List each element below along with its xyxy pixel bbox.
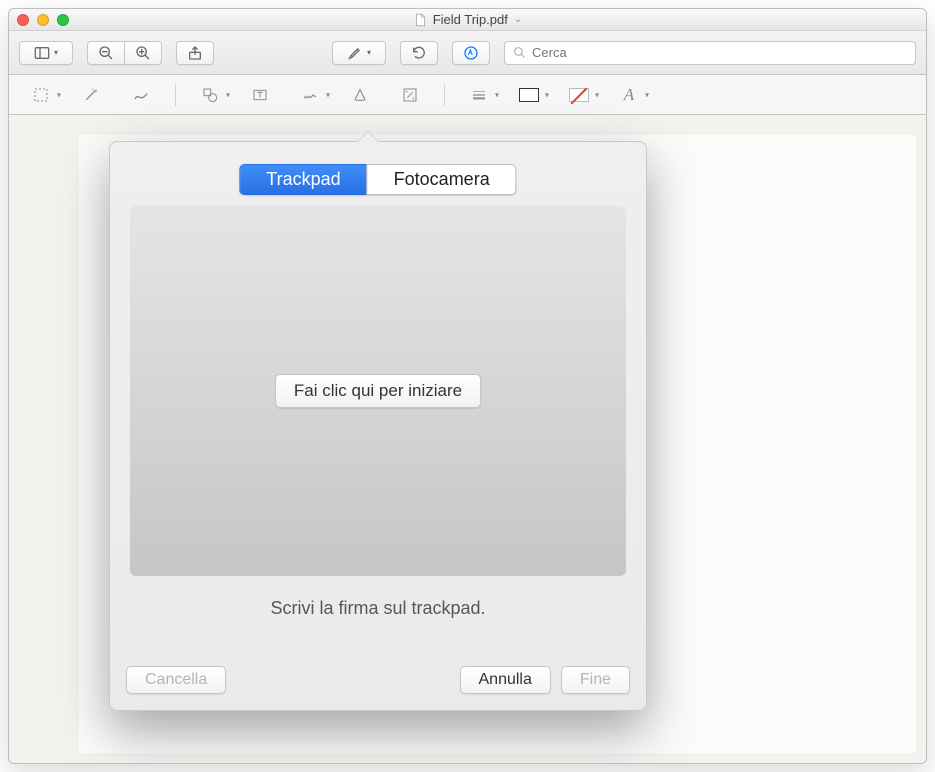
chevron-down-icon: ▾ bbox=[54, 48, 58, 57]
signature-canvas[interactable]: Fai clic qui per iniziare bbox=[130, 206, 626, 576]
sketch-icon bbox=[133, 87, 149, 103]
search-input[interactable] bbox=[532, 45, 907, 60]
rotate-icon bbox=[411, 45, 427, 61]
title-dropdown-chevron-icon[interactable]: ⌄ bbox=[514, 14, 522, 25]
instant-alpha-button[interactable] bbox=[69, 82, 113, 108]
font-style-button[interactable]: A ▾ bbox=[607, 82, 651, 108]
fill-color-button[interactable]: ▾ bbox=[557, 82, 601, 108]
selection-icon bbox=[33, 87, 49, 103]
sketch-button[interactable] bbox=[119, 82, 163, 108]
chevron-down-icon: ▾ bbox=[595, 90, 599, 99]
tab-trackpad[interactable]: Trackpad bbox=[239, 164, 367, 195]
sign-button[interactable]: ▾ bbox=[288, 82, 332, 108]
zoom-window-button[interactable] bbox=[57, 14, 69, 26]
document-title: Field Trip.pdf bbox=[433, 12, 508, 27]
highlight-button[interactable]: ▾ bbox=[332, 41, 386, 65]
text-button[interactable] bbox=[238, 82, 282, 108]
font-style-icon: A bbox=[624, 85, 634, 105]
close-window-button[interactable] bbox=[17, 14, 29, 26]
main-toolbar: ▾ ▾ bbox=[9, 31, 926, 75]
signature-instruction: Scrivi la firma sul trackpad. bbox=[110, 598, 646, 619]
zoom-in-button[interactable] bbox=[124, 41, 162, 65]
share-icon bbox=[187, 45, 203, 61]
minimize-window-button[interactable] bbox=[37, 14, 49, 26]
adjust-size-button[interactable] bbox=[388, 82, 432, 108]
chevron-down-icon: ▾ bbox=[367, 48, 371, 57]
note-icon bbox=[352, 87, 368, 103]
window-controls bbox=[17, 14, 69, 26]
fill-color-swatch-icon bbox=[569, 88, 589, 102]
app-window: Field Trip.pdf ⌄ ▾ ▾ bbox=[8, 8, 927, 764]
popover-footer: Cancella Annulla Fine bbox=[126, 666, 630, 694]
chevron-down-icon: ▾ bbox=[326, 90, 330, 99]
sidebar-icon bbox=[34, 45, 50, 61]
zoom-in-icon bbox=[135, 45, 151, 61]
window-title: Field Trip.pdf ⌄ bbox=[9, 12, 926, 27]
chevron-down-icon: ▾ bbox=[57, 90, 61, 99]
annotate-button[interactable] bbox=[338, 82, 382, 108]
zoom-controls bbox=[87, 41, 162, 65]
line-style-button[interactable]: ▾ bbox=[457, 82, 501, 108]
rotate-button[interactable] bbox=[400, 41, 438, 65]
chevron-down-icon: ▾ bbox=[545, 90, 549, 99]
titlebar: Field Trip.pdf ⌄ bbox=[9, 9, 926, 31]
tab-camera[interactable]: Fotocamera bbox=[367, 164, 517, 195]
shapes-button[interactable]: ▾ bbox=[188, 82, 232, 108]
stroke-color-swatch-icon bbox=[519, 88, 539, 102]
document-icon bbox=[413, 13, 427, 27]
chevron-down-icon: ▾ bbox=[226, 90, 230, 99]
highlight-icon bbox=[347, 45, 363, 61]
text-icon bbox=[252, 87, 268, 103]
markup-toolbar: ▾ ▾ ▾ ▾ ▾ bbox=[9, 75, 926, 115]
divider bbox=[444, 84, 445, 106]
signature-source-segmented-control: Trackpad Fotocamera bbox=[239, 164, 516, 195]
start-signing-button[interactable]: Fai clic qui per iniziare bbox=[275, 374, 481, 408]
signature-popover: Trackpad Fotocamera Fai clic qui per ini… bbox=[109, 141, 647, 711]
share-button[interactable] bbox=[176, 41, 214, 65]
done-button[interactable]: Fine bbox=[561, 666, 630, 694]
wand-icon bbox=[83, 87, 99, 103]
markup-toolbar-button[interactable] bbox=[452, 41, 490, 65]
chevron-down-icon: ▾ bbox=[645, 90, 649, 99]
clear-button[interactable]: Cancella bbox=[126, 666, 226, 694]
search-icon bbox=[513, 46, 526, 59]
divider bbox=[175, 84, 176, 106]
search-field[interactable] bbox=[504, 41, 916, 65]
markup-icon bbox=[463, 45, 479, 61]
line-style-icon bbox=[471, 87, 487, 103]
shapes-icon bbox=[202, 87, 218, 103]
chevron-down-icon: ▾ bbox=[495, 90, 499, 99]
stroke-color-button[interactable]: ▾ bbox=[507, 82, 551, 108]
zoom-out-icon bbox=[98, 45, 114, 61]
zoom-out-button[interactable] bbox=[87, 41, 125, 65]
adjust-icon bbox=[402, 87, 418, 103]
selection-tool-button[interactable]: ▾ bbox=[19, 82, 63, 108]
signature-icon bbox=[302, 87, 318, 103]
cancel-button[interactable]: Annulla bbox=[460, 666, 551, 694]
sidebar-button[interactable]: ▾ bbox=[19, 41, 73, 65]
